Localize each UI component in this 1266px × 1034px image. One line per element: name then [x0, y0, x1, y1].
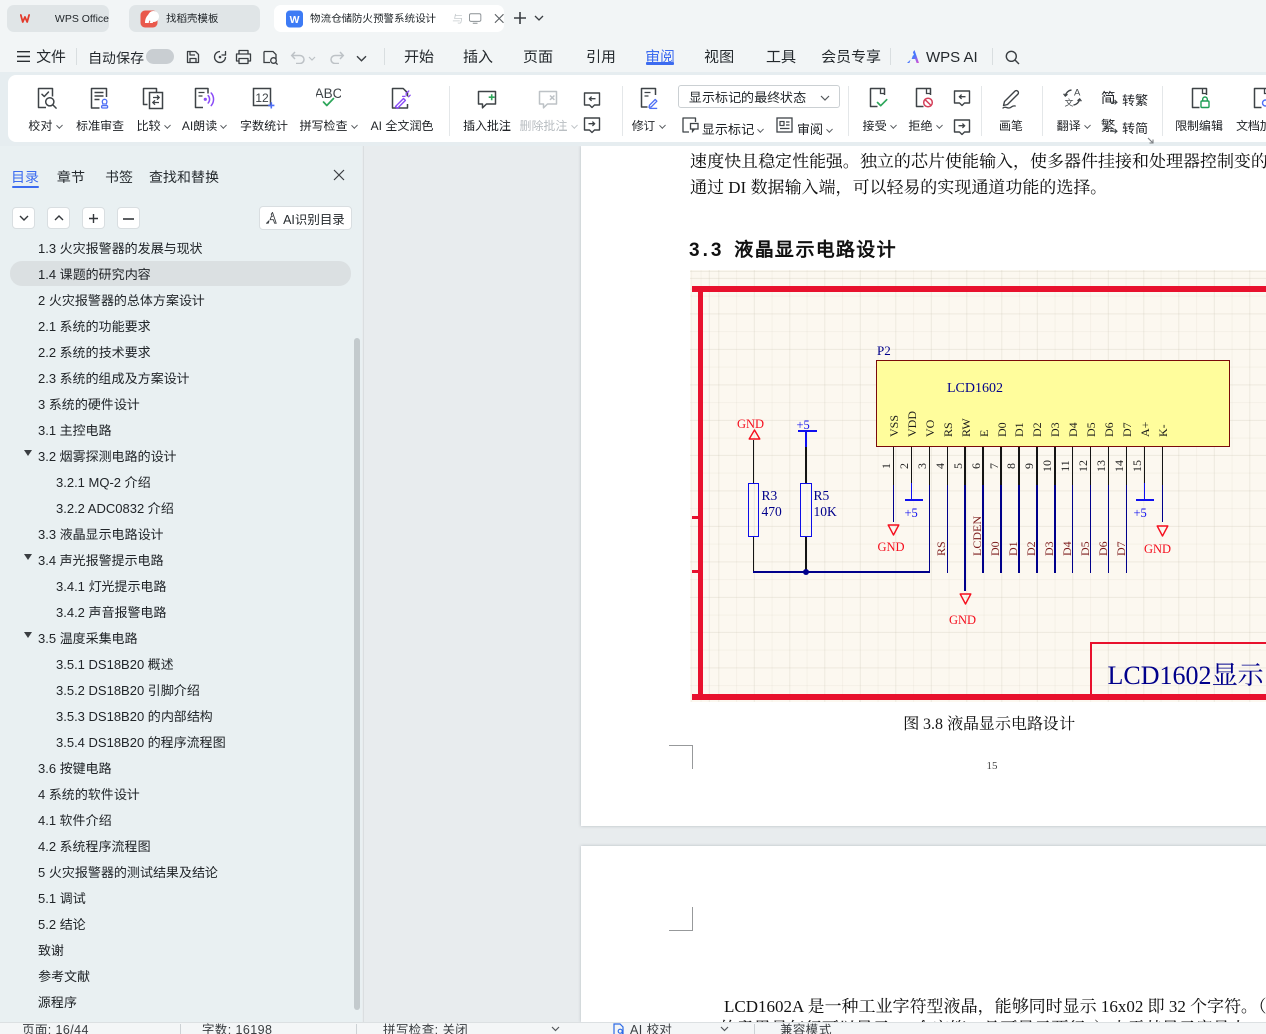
svg-text:12: 12: [255, 91, 269, 105]
svg-text:文: 文: [1065, 96, 1075, 108]
svg-text:W: W: [290, 14, 300, 25]
svg-text:ABC: ABC: [316, 87, 341, 101]
svg-text:A: A: [1074, 88, 1081, 99]
